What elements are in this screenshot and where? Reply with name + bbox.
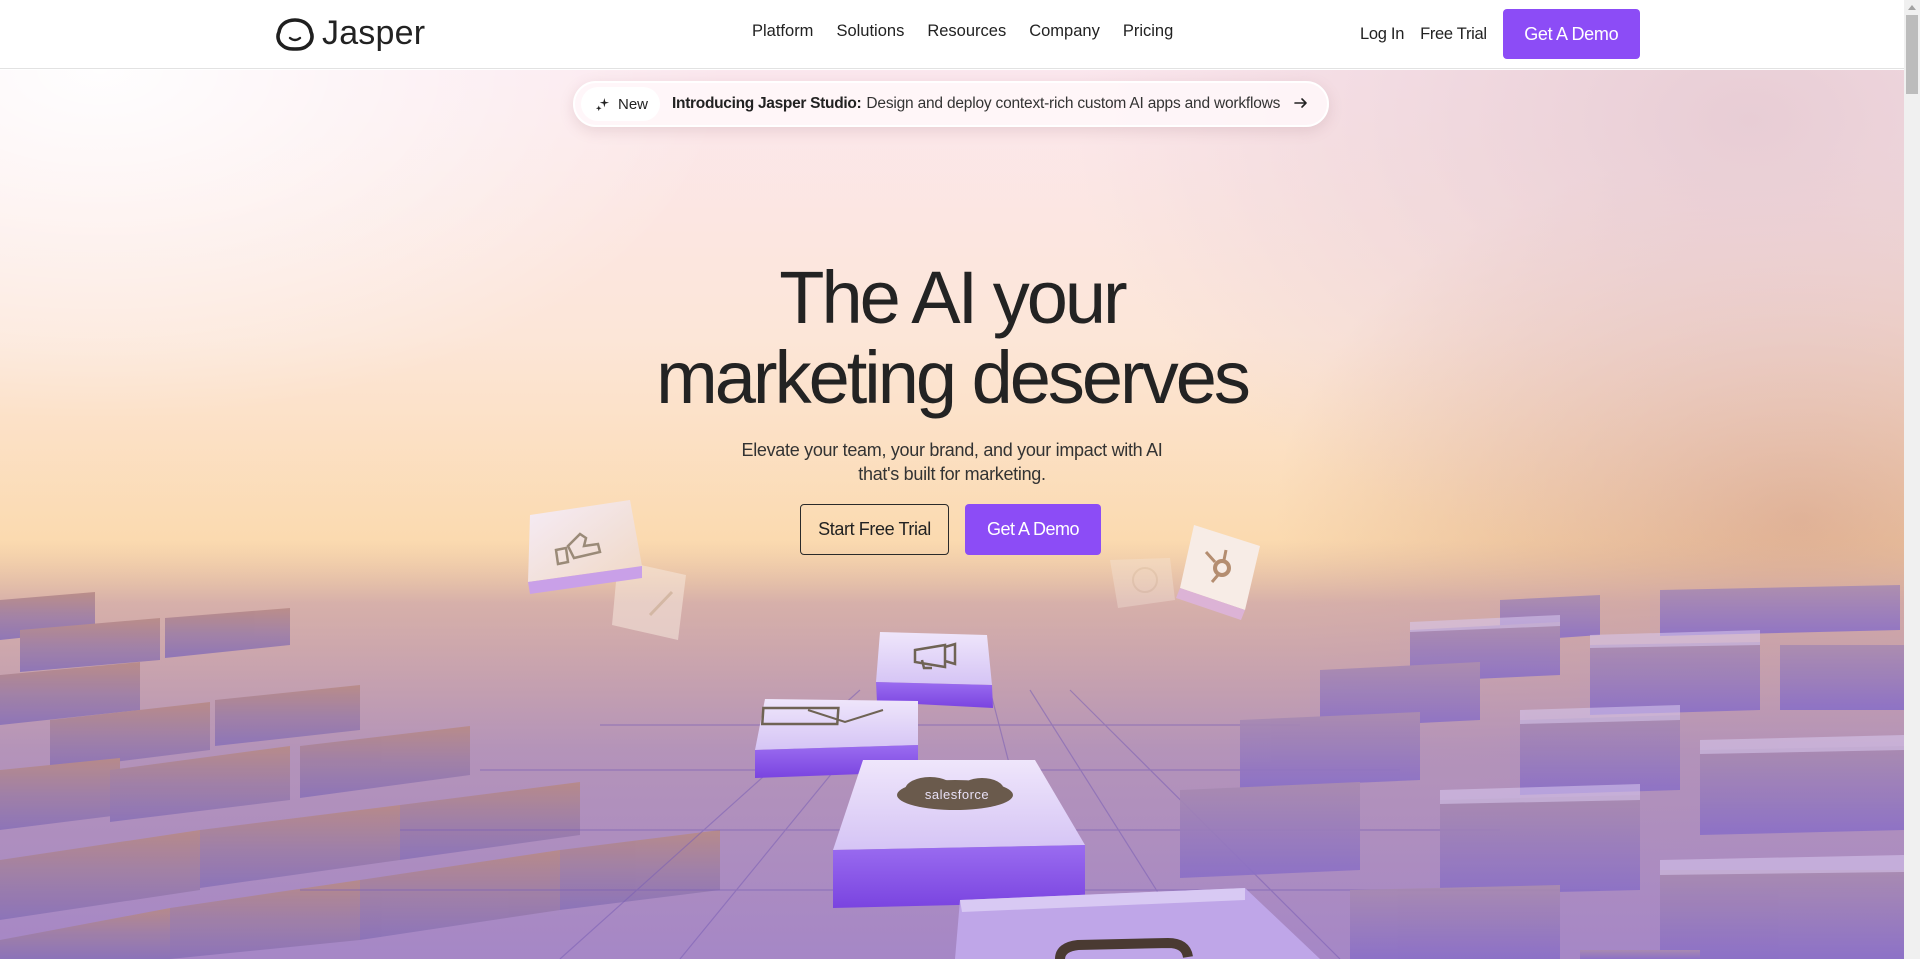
start-free-trial-button[interactable]: Start Free Trial [800, 504, 949, 555]
get-demo-header-button[interactable]: Get A Demo [1502, 9, 1640, 59]
salesforce-label: salesforce [925, 787, 989, 802]
announcement-title: Introducing Jasper Studio: [672, 95, 862, 112]
nav-solutions[interactable]: Solutions [836, 22, 904, 41]
announcement-text: Design and deploy context-rich custom AI… [866, 95, 1281, 112]
free-trial-link[interactable]: Free Trial [1420, 25, 1487, 44]
headline-line-1: The AI your [779, 256, 1127, 339]
hero-headline: The AI your marketing deserves [0, 258, 1904, 418]
jasper-face-icon [276, 17, 314, 51]
scroll-up-arrow-icon[interactable] [1908, 5, 1916, 10]
hero-subheadline: Elevate your team, your brand, and your … [0, 438, 1904, 486]
nav-resources[interactable]: Resources [927, 22, 1006, 41]
headline-line-2: marketing deserves [656, 336, 1251, 419]
nav-platform[interactable]: Platform [752, 22, 813, 41]
announcement-banner[interactable]: New Introducing Jasper Studio: Design an… [573, 81, 1329, 127]
login-link[interactable]: Log In [1360, 25, 1404, 44]
scrollbar-thumb[interactable] [1906, 15, 1918, 94]
header-actions: Log In Free Trial Get A Demo [1360, 9, 1640, 59]
tile-pie-chart [1110, 558, 1175, 608]
nav-company[interactable]: Company [1029, 22, 1100, 41]
jasper-logo[interactable]: Jasper [276, 14, 425, 53]
new-badge-label: New [618, 95, 649, 113]
subhead-line-1: Elevate your team, your brand, and your … [741, 440, 1163, 460]
page: salesforce Jasper Platform Solutions Res… [0, 0, 1904, 959]
tile-megaphone [876, 632, 993, 708]
new-badge: New [581, 87, 661, 121]
site-header: Jasper Platform Solutions Resources Comp… [0, 0, 1904, 69]
main-nav: Platform Solutions Resources Company Pri… [752, 22, 1173, 41]
nav-pricing[interactable]: Pricing [1123, 22, 1173, 41]
subhead-line-2: that's built for marketing. [858, 464, 1046, 484]
tile-salesforce: salesforce [833, 760, 1085, 908]
brand-name: Jasper [322, 14, 426, 52]
hero-cta-group: Start Free Trial Get A Demo [800, 504, 1101, 555]
sparkle-icon [595, 97, 610, 111]
get-demo-button[interactable]: Get A Demo [965, 504, 1101, 555]
page-scrollbar[interactable] [1904, 0, 1920, 959]
arrow-right-icon [1294, 98, 1307, 108]
